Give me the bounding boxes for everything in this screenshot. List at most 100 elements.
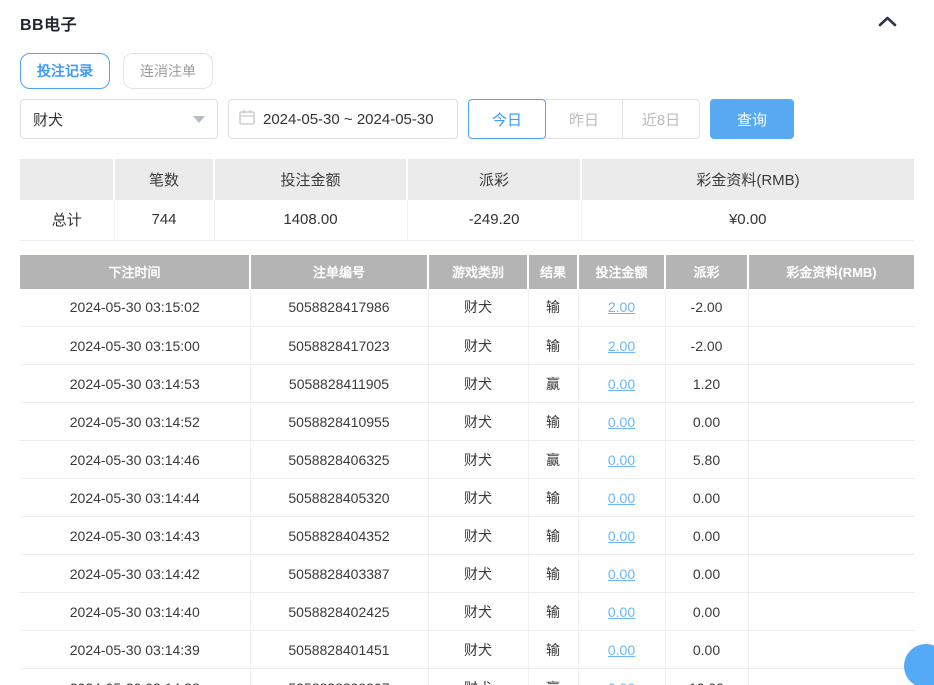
cell-order-id: 5058828402425 <box>250 592 429 631</box>
detail-header-row: 下注时间 注单编号 游戏类别 结果 投注金额 派彩 彩金资料(RMB) <box>20 254 914 289</box>
cell-game-type: 财犬 <box>428 516 529 555</box>
cell-order-id: 5058828399907 <box>250 668 429 685</box>
detail-header-bet-time: 下注时间 <box>20 254 251 289</box>
cell-game-type: 财犬 <box>428 326 529 365</box>
cell-payout: 5.80 <box>665 440 749 479</box>
bet-amount-link[interactable]: 0.00 <box>608 528 635 544</box>
cell-result: 输 <box>528 630 579 669</box>
bet-amount-link[interactable]: 2.00 <box>608 299 635 315</box>
cell-order-id: 5058828403387 <box>250 554 429 593</box>
cell-result: 输 <box>528 288 579 327</box>
cell-bonus <box>748 592 914 631</box>
table-row: 2024-05-30 03:14:40 5058828402425 财犬输 0.00 0… <box>20 592 914 631</box>
cell-order-id: 5058828401451 <box>250 630 429 669</box>
cell-bet-time: 2024-05-30 03:14:44 <box>20 478 251 517</box>
cell-bet-amount: 0.00 <box>578 668 666 685</box>
cell-order-id: 5058828417986 <box>250 288 429 327</box>
range-last8days-button[interactable]: 近8日 <box>622 99 700 139</box>
collapse-button[interactable] <box>874 13 900 33</box>
detail-header-payout: 派彩 <box>665 254 749 289</box>
bet-amount-link[interactable]: 0.00 <box>608 566 635 582</box>
cell-payout: 0.00 <box>665 402 749 441</box>
cell-bet-time: 2024-05-30 03:15:02 <box>20 288 251 327</box>
cell-game-type: 财犬 <box>428 402 529 441</box>
range-today-button[interactable]: 今日 <box>468 99 546 139</box>
table-row: 2024-05-30 03:14:385058828399907财犬赢 0.00 1… <box>20 668 914 685</box>
cell-payout: -2.00 <box>665 288 749 327</box>
cell-game-type: 财犬 <box>428 592 529 631</box>
cell-payout: 0.00 <box>665 592 749 631</box>
query-button[interactable]: 查询 <box>710 99 794 139</box>
cell-order-id: 5058828405320 <box>250 478 429 517</box>
table-row: 2024-05-30 03:14:42 5058828403387 财犬输 0.00 0… <box>20 554 914 593</box>
range-yesterday-button[interactable]: 昨日 <box>545 99 623 139</box>
cell-bet-amount: 0.00 <box>578 516 666 555</box>
bet-amount-link[interactable]: 0.00 <box>608 452 635 468</box>
bet-amount-link[interactable]: 0.00 <box>608 604 635 620</box>
cell-result: 输 <box>528 402 579 441</box>
bet-amount-link[interactable]: 0.00 <box>608 490 635 506</box>
cell-payout: -2.00 <box>665 326 749 365</box>
summary-table: 笔数 投注金额 派彩 彩金资料(RMB) 总计 744 1408.00 -249… <box>20 159 914 241</box>
cell-bonus <box>748 554 914 593</box>
date-range-picker[interactable]: 2024-05-30 ~ 2024-05-30 <box>228 99 458 139</box>
cell-bet-time: 2024-05-30 03:14:42 <box>20 554 251 593</box>
cell-order-id: 5058828417023 <box>250 326 429 365</box>
bet-table-body: 2024-05-30 03:15:02 5058828417986 财犬输 2.00-… <box>20 288 914 685</box>
game-select[interactable]: 财犬 <box>20 99 218 139</box>
cell-result: 输 <box>528 326 579 365</box>
summary-total-bet-amount: 1408.00 <box>214 200 408 241</box>
summary-total-bonus: ¥0.00 <box>581 200 914 241</box>
cell-payout: 1.20 <box>665 364 749 403</box>
tab-bar: 投注记录 连消注单 <box>20 53 914 89</box>
cell-result: 赢 <box>528 364 579 403</box>
tab-cancelled-orders[interactable]: 连消注单 <box>123 53 213 89</box>
cell-bonus <box>748 440 914 479</box>
table-row: 2024-05-30 03:14:43 5058828404352 财犬输 0.00 0… <box>20 516 914 555</box>
cell-bet-amount: 0.00 <box>578 402 666 441</box>
bet-amount-link[interactable]: 2.00 <box>608 338 635 354</box>
bet-amount-link[interactable]: 0.00 <box>608 376 635 392</box>
detail-header-game-type: 游戏类别 <box>428 254 529 289</box>
betting-records-panel: BB电子 投注记录 连消注单 财犬 2024-05-30 ~ 2024-05-3… <box>0 13 934 685</box>
cell-game-type: 财犬 <box>428 478 529 517</box>
summary-header-payout: 派彩 <box>407 159 582 200</box>
game-select-value: 财犬 <box>33 111 64 129</box>
table-row: 2024-05-30 03:15:00 5058828417023 财犬输 2.00 -… <box>20 326 914 365</box>
cell-bet-time: 2024-05-30 03:14:38 <box>20 668 251 685</box>
cell-bet-time: 2024-05-30 03:14:53 <box>20 364 251 403</box>
cell-order-id: 5058828411905 <box>250 364 429 403</box>
table-row: 2024-05-30 03:14:39 5058828401451 财犬输 0.00 0… <box>20 630 914 669</box>
cell-bet-time: 2024-05-30 03:14:39 <box>20 630 251 669</box>
detail-header-order-id: 注单编号 <box>250 254 429 289</box>
summary-header-row: 笔数 投注金额 派彩 彩金资料(RMB) <box>20 159 914 200</box>
summary-header-bonus: 彩金资料(RMB) <box>581 159 914 200</box>
table-row: 2024-05-30 03:14:52 5058828410955 财犬输 0.00 0… <box>20 402 914 441</box>
cell-payout: 0.00 <box>665 630 749 669</box>
cell-payout: 0.00 <box>665 516 749 555</box>
cell-bonus <box>748 402 914 441</box>
panel-header: BB电子 <box>20 13 914 34</box>
cell-result: 输 <box>528 516 579 555</box>
chevron-down-icon <box>193 115 205 123</box>
cell-bet-time: 2024-05-30 03:14:46 <box>20 440 251 479</box>
cell-bet-time: 2024-05-30 03:14:40 <box>20 592 251 631</box>
cell-bet-time: 2024-05-30 03:14:43 <box>20 516 251 555</box>
bet-amount-link[interactable]: 0.00 <box>608 642 635 658</box>
date-range-value: 2024-05-30 ~ 2024-05-30 <box>263 110 434 128</box>
cell-bet-amount: 0.00 <box>578 440 666 479</box>
bet-amount-link[interactable]: 0.00 <box>608 414 635 430</box>
bet-amount-link[interactable]: 0.00 <box>608 680 635 685</box>
cell-bonus <box>748 288 914 327</box>
summary-header-count: 笔数 <box>114 159 215 200</box>
cell-bonus <box>748 516 914 555</box>
summary-header-empty <box>20 159 115 200</box>
tab-bet-records[interactable]: 投注记录 <box>20 53 110 89</box>
detail-header-bonus: 彩金资料(RMB) <box>748 254 914 289</box>
cell-game-type: 财犬 <box>428 364 529 403</box>
summary-total-count: 744 <box>114 200 215 241</box>
cell-game-type: 财犬 <box>428 288 529 327</box>
chevron-up-icon <box>878 14 897 32</box>
cell-bet-time: 2024-05-30 03:14:52 <box>20 402 251 441</box>
summary-total-row: 总计 744 1408.00 -249.20 ¥0.00 <box>20 200 914 241</box>
